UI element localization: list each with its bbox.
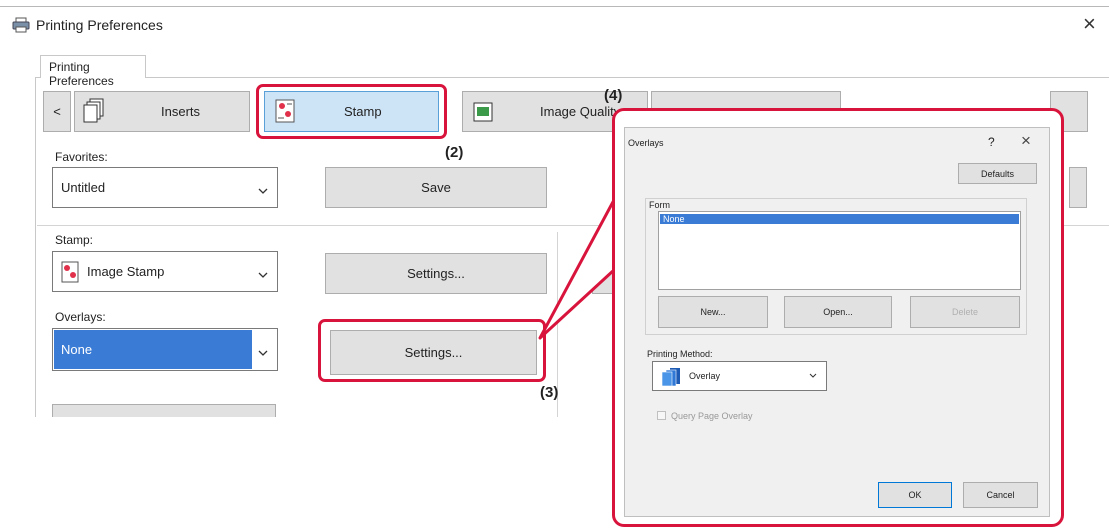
overlays-combo[interactable]: None — [52, 328, 278, 371]
query-checkbox[interactable] — [657, 411, 666, 420]
window-close-button[interactable]: × — [1083, 11, 1096, 37]
open-button[interactable]: Open... — [784, 296, 892, 328]
tab-printing-preferences[interactable]: Printing Preferences — [40, 55, 146, 88]
right-edge-button[interactable] — [1069, 167, 1087, 208]
callout-2: (2) — [445, 144, 464, 161]
chevron-down-icon — [258, 183, 268, 198]
delete-button[interactable]: Delete — [910, 296, 1020, 328]
defaults-button[interactable]: Defaults — [958, 163, 1037, 184]
form-label: Form — [649, 200, 670, 210]
highlight-overlays-settings — [318, 319, 546, 382]
overlay-icon — [660, 367, 684, 389]
highlight-stamp — [256, 84, 447, 139]
inserts-button[interactable]: Inserts — [74, 91, 250, 132]
form-group: Form None New... Open... Delete — [645, 198, 1027, 335]
help-button[interactable]: ? — [988, 135, 995, 149]
new-button[interactable]: New... — [658, 296, 768, 328]
query-label: Query Page Overlay — [671, 411, 753, 421]
bottom-button[interactable] — [52, 404, 276, 417]
callout-4: (4) — [604, 87, 623, 104]
back-button[interactable]: < — [43, 91, 71, 132]
chevron-down-icon — [809, 371, 817, 381]
form-list-item[interactable]: None — [660, 214, 1019, 224]
stamp-settings-button[interactable]: Settings... — [325, 253, 547, 294]
form-listbox[interactable]: None — [658, 211, 1021, 290]
printing-method-label: Printing Method: — [647, 349, 713, 359]
stamp-combo[interactable]: Image Stamp — [52, 251, 278, 292]
printer-icon — [12, 17, 30, 33]
favorites-combo[interactable]: Untitled — [52, 167, 278, 208]
image-quality-icon — [473, 102, 493, 125]
callout-3: (3) — [540, 384, 559, 401]
chevron-down-icon — [258, 267, 268, 282]
window-title: Printing Preferences — [36, 17, 163, 33]
chevron-down-icon — [258, 345, 268, 360]
overlays-label: Overlays: — [55, 310, 106, 324]
ok-button[interactable]: OK — [878, 482, 952, 508]
overlays-dialog: Overlays ? × Defaults Form None New... O… — [624, 127, 1050, 517]
title-bar: Printing Preferences × — [0, 7, 1109, 41]
stamp-label: Stamp: — [55, 233, 94, 247]
stamp-small-icon — [61, 261, 79, 286]
save-button[interactable]: Save — [325, 167, 547, 208]
cancel-button[interactable]: Cancel — [963, 482, 1038, 508]
dialog-close-button[interactable]: × — [1021, 131, 1031, 151]
printing-method-combo[interactable]: Overlay — [652, 361, 827, 391]
favorites-label: Favorites: — [55, 150, 108, 164]
inserts-icon — [83, 98, 105, 127]
dialog-title: Overlays — [628, 138, 664, 148]
